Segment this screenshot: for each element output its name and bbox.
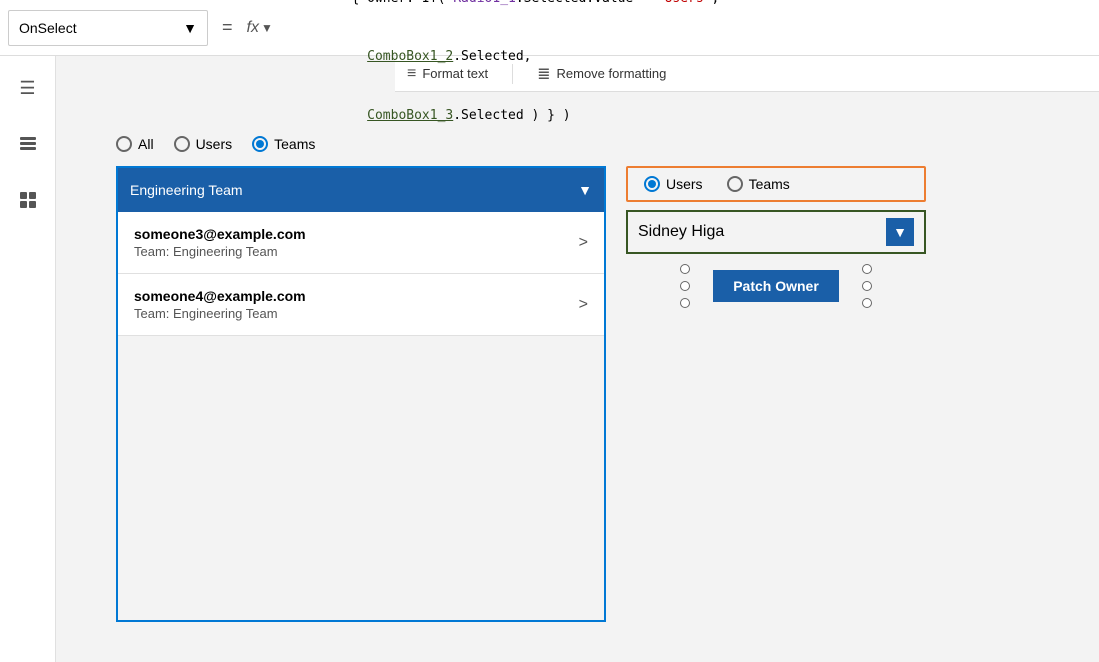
sidebar: ☰	[0, 56, 56, 662]
gallery-item-2-chevron-icon: >	[579, 296, 588, 314]
radio-users-label: Users	[196, 136, 233, 152]
gallery-item-2-team: Team: Engineering Team	[134, 306, 306, 321]
right-panel: Users Teams Sidney Higa ▼ Patch Owner	[626, 166, 926, 302]
gallery-item-2[interactable]: someone4@example.com Team: Engineering T…	[118, 274, 604, 336]
dropdown-label: OnSelect	[19, 20, 77, 36]
sidebar-components-icon[interactable]	[12, 184, 44, 216]
engineering-team-dropdown[interactable]: Engineering Team ▼	[118, 168, 604, 212]
right-radio-teams[interactable]: Teams	[727, 176, 790, 192]
right-radio-users-circle	[644, 176, 660, 192]
gallery-item-2-email: someone4@example.com	[134, 288, 306, 304]
dropdown-arrow-icon: ▼	[183, 20, 197, 36]
dropdown-selected-value: Engineering Team	[130, 182, 243, 198]
combobox-selected-value: Sidney Higa	[638, 223, 724, 241]
right-combobox[interactable]: Sidney Higa ▼	[626, 210, 926, 254]
handle-top-left	[680, 264, 690, 274]
gallery-item-1[interactable]: someone3@example.com Team: Engineering T…	[118, 212, 604, 274]
radio-users-circle	[174, 136, 190, 152]
formula-bar: OnSelect ▼ = fx ▼ Patch( Accounts, Galle…	[0, 0, 1099, 56]
patch-owner-area: Patch Owner	[686, 270, 866, 302]
radio-all-circle	[116, 136, 132, 152]
handle-bottom-left	[680, 298, 690, 308]
right-radio-teams-circle	[727, 176, 743, 192]
onselect-dropdown[interactable]: OnSelect ▼	[8, 10, 208, 46]
code-line-4: ComboBox1_3.Selected ) } )	[289, 86, 1091, 145]
handle-mid-left	[680, 281, 690, 291]
sidebar-hamburger-icon[interactable]: ☰	[12, 72, 44, 104]
right-radio-users-label: Users	[666, 176, 703, 192]
fx-label: fx	[247, 19, 259, 37]
handle-top-right	[862, 264, 872, 274]
combobox-arrow-icon: ▼	[886, 218, 914, 246]
gallery-item-1-chevron-icon: >	[579, 234, 588, 252]
radio-all[interactable]: All	[116, 136, 154, 152]
handle-mid-right	[862, 281, 872, 291]
radio-teams-circle	[252, 136, 268, 152]
right-radio-group: Users Teams	[626, 166, 926, 202]
code-line-3: ComboBox1_2.Selected,	[289, 28, 1091, 87]
left-gallery-panel: Engineering Team ▼ someone3@example.com …	[116, 166, 606, 622]
dropdown-arrow-icon: ▼	[578, 182, 592, 198]
fx-button[interactable]: fx ▼	[247, 19, 273, 37]
fx-chevron-icon: ▼	[261, 21, 273, 35]
radio-users[interactable]: Users	[174, 136, 233, 152]
right-radio-teams-label: Teams	[749, 176, 790, 192]
handle-bottom-right	[862, 298, 872, 308]
formula-code[interactable]: Patch( Accounts, Gallery1.Selected, { Ow…	[281, 0, 1099, 149]
gallery-item-1-email: someone3@example.com	[134, 226, 306, 242]
radio-all-label: All	[138, 136, 154, 152]
sidebar-layers-icon[interactable]	[12, 128, 44, 160]
right-radio-users[interactable]: Users	[644, 176, 703, 192]
equals-sign: =	[222, 17, 233, 38]
code-line-2: { Owner: If( Radio1_1.Selected.Value = "…	[289, 0, 1091, 28]
gallery-item-1-team: Team: Engineering Team	[134, 244, 306, 259]
patch-owner-button[interactable]: Patch Owner	[713, 270, 839, 302]
